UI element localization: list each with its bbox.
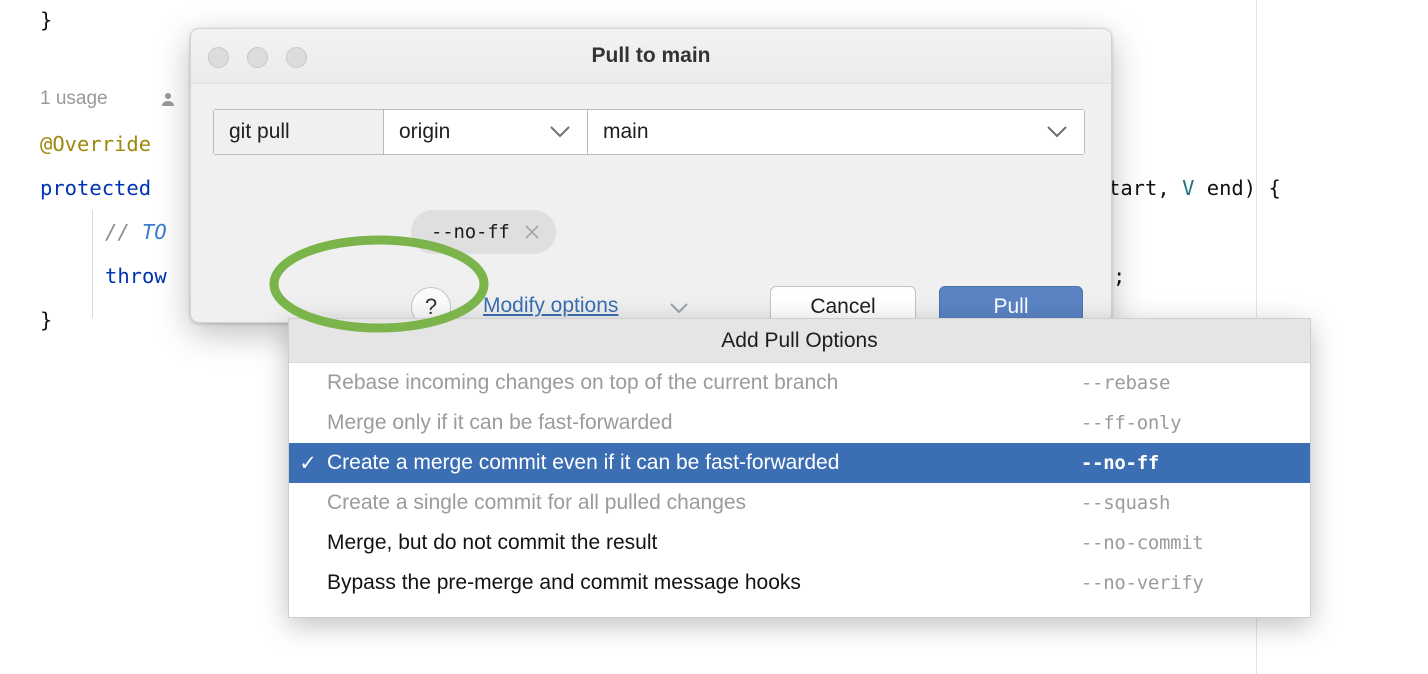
option-chip-no-ff[interactable]: --no-ff	[411, 210, 556, 254]
pull-option-row[interactable]: Merge, but do not commit the result --no-…	[289, 523, 1310, 563]
git-command-prefix: git pull	[214, 110, 384, 154]
pull-option-flag: --squash	[1081, 492, 1171, 514]
dialog-title: Pull to main	[591, 44, 711, 67]
pull-option-row[interactable]: Merge only if it can be fast-forwarded --…	[289, 403, 1310, 443]
code-line: ;	[1113, 264, 1126, 288]
code-line: // TO	[105, 220, 167, 244]
pull-option-flag: --no-commit	[1081, 532, 1204, 554]
popup-title: Add Pull Options	[289, 319, 1310, 363]
usage-hint: 1 usage	[40, 88, 108, 109]
chevron-down-icon	[1047, 126, 1067, 138]
code-line: @Override	[40, 132, 152, 156]
code-fragment: tart,	[1108, 176, 1183, 200]
code-line: throw	[105, 264, 167, 288]
branch-select-value: main	[603, 120, 649, 143]
remote-select[interactable]: origin	[384, 110, 588, 154]
pull-option-description: Create a merge commit even if it can be …	[327, 451, 840, 474]
pull-option-row[interactable]: ✓ Create a merge commit even if it can be…	[289, 443, 1310, 483]
branch-select[interactable]: main	[588, 110, 1084, 154]
code-fragment: end) {	[1194, 176, 1281, 200]
pull-option-row[interactable]: Rebase incoming changes on top of the cu…	[289, 363, 1310, 403]
editor-indent-guide	[92, 210, 93, 318]
code-todo-tag: TO	[142, 220, 167, 244]
pull-dialog: Pull to main git pull origin main --no-f…	[190, 28, 1112, 328]
pull-option-row[interactable]: Bypass the pre-merge and commit message …	[289, 563, 1310, 603]
checkmark-icon: ✓	[299, 451, 317, 475]
pull-option-flag: --no-verify	[1081, 572, 1204, 594]
git-command-row: git pull origin main	[213, 109, 1085, 155]
pull-option-flag: --no-ff	[1081, 452, 1159, 474]
pull-options-list: Rebase incoming changes on top of the cu…	[289, 363, 1310, 603]
code-line: tart, V end) {	[1108, 176, 1281, 200]
code-comment-slashes: //	[105, 220, 143, 244]
dialog-titlebar: Pull to main	[191, 29, 1111, 84]
pull-option-flag: --ff-only	[1081, 412, 1182, 434]
modify-options-link[interactable]: Modify options	[483, 294, 618, 318]
option-chip-label: --no-ff	[431, 221, 510, 243]
person-icon	[162, 93, 174, 106]
remote-select-value: origin	[399, 120, 451, 143]
pull-option-row[interactable]: Create a single commit for all pulled ch…	[289, 483, 1310, 523]
code-line: protected	[40, 176, 152, 200]
pull-option-flag: --rebase	[1081, 372, 1171, 394]
chevron-down-icon	[550, 126, 570, 138]
code-line: }	[40, 308, 53, 332]
chevron-down-icon[interactable]	[670, 303, 688, 314]
close-icon[interactable]	[522, 222, 542, 242]
code-type-token: V	[1182, 176, 1195, 200]
add-pull-options-popup: Add Pull Options Rebase incoming changes…	[288, 318, 1311, 618]
code-line: }	[40, 8, 53, 32]
